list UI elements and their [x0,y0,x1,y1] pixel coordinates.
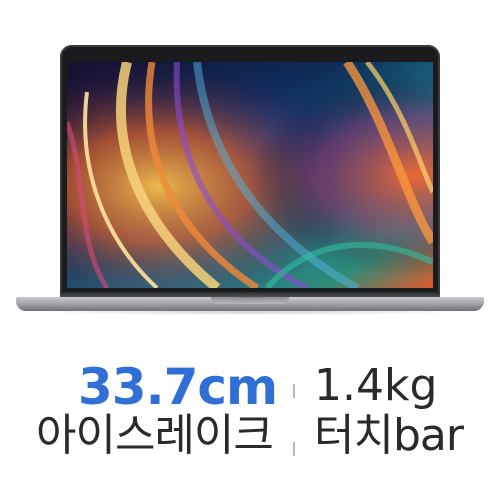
spec-separator [293,384,295,398]
spec-feature: 터치bar [314,410,464,461]
spec-weight: 1.4kg [314,360,438,411]
laptop-product-image: MacBook Pro [0,0,500,330]
laptop-screen-wallpaper [67,62,433,288]
laptop-model-label: MacBook Pro [237,294,263,299]
spec-separator [293,442,295,456]
spec-color: 아이스레이크 [36,410,274,461]
spec-screen-size: 33.7cm [78,358,278,416]
